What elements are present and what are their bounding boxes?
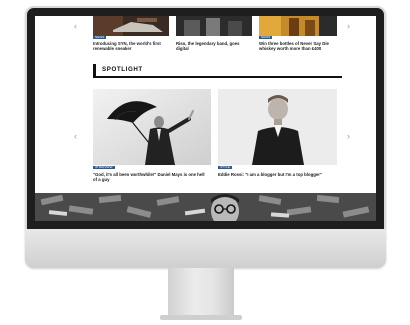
article-thumbnail-band[interactable] [176,16,252,36]
feature-photo-umbrella[interactable] [93,89,211,165]
chevron-left-icon[interactable]: ‹ [74,132,77,141]
style-tag: STYLE [218,165,233,169]
section-title: SPOTLIGHT [102,66,143,73]
interview-tag: INTERVIEW [93,165,115,169]
feature-caption[interactable]: "God, it's all been worthwhile!" Daniel … [93,172,209,182]
news-tag: NEWS [93,35,107,39]
section-header: SPOTLIGHT [93,64,342,78]
feature-photo-portrait[interactable] [218,89,337,165]
chevron-left-icon[interactable]: ‹ [74,22,77,31]
monitor-chin [25,229,386,268]
article-thumbnail-sneaker[interactable] [93,16,169,36]
article-thumbnail-whiskey[interactable] [259,16,337,36]
chevron-right-icon[interactable]: › [347,22,350,31]
browser-screen: ‹ › NEWS Introducing SYN, the world's fi… [35,16,376,221]
article-caption[interactable]: Introducing SYN, the world's first renew… [93,41,167,51]
monitor-stand [168,268,234,317]
chevron-right-icon[interactable]: › [347,132,350,141]
feature-caption[interactable]: Eddie Rossi: "I am a blogger but I'm a t… [218,172,334,177]
article-caption[interactable]: Riso, the legendary band, goes digital [176,41,250,51]
article-caption[interactable]: Win three bottles of Never Say Die whisk… [259,41,337,51]
news-tag: NEWS [259,35,273,39]
monitor-stand-base [160,315,242,320]
banner-image[interactable] [35,193,376,221]
